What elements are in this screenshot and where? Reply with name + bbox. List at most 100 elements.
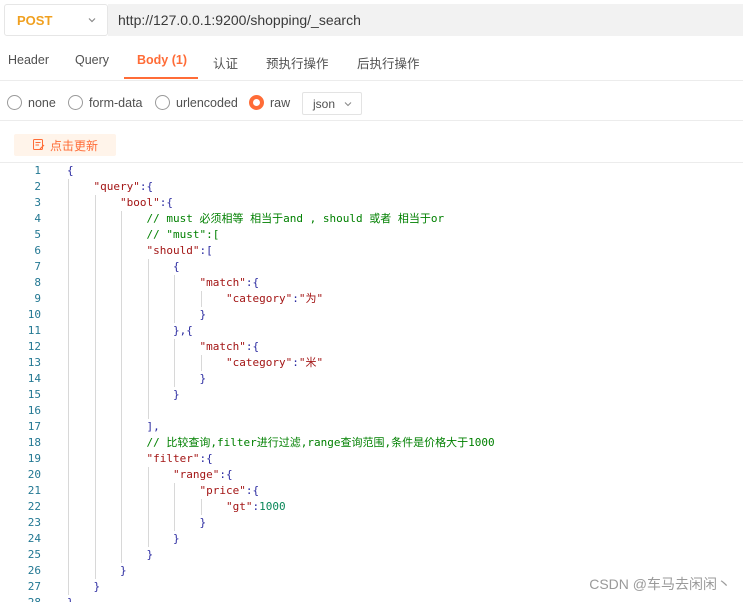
line-number: 3 bbox=[34, 196, 41, 209]
code-text: } bbox=[173, 531, 180, 547]
indent-guide bbox=[147, 499, 149, 515]
code-line: 19 "filter":{ bbox=[0, 451, 743, 467]
url-input[interactable]: http://127.0.0.1:9200/shopping/_search bbox=[108, 4, 743, 36]
tab-post-request[interactable]: 后执行操作 bbox=[357, 53, 420, 72]
url-bar: POST http://127.0.0.1:9200/shopping/_sea… bbox=[0, 0, 743, 40]
indent-guide bbox=[68, 371, 69, 387]
indent-guide bbox=[121, 531, 122, 547]
code-token: : bbox=[292, 356, 299, 369]
line-number: 28 bbox=[0, 595, 41, 602]
indent-guide bbox=[68, 419, 69, 435]
indent-guide bbox=[68, 403, 69, 419]
code-line: 15} bbox=[0, 387, 743, 403]
code-line: 20 "range":{ bbox=[0, 467, 743, 483]
beautify-button[interactable]: 点击更新 bbox=[14, 134, 116, 156]
code-text: // "must":[ bbox=[147, 227, 220, 243]
code-text: "category":"为" bbox=[226, 291, 323, 307]
tab-pre-request[interactable]: 预执行操作 bbox=[266, 53, 329, 72]
code-text: "bool":{ bbox=[120, 195, 173, 211]
code-line: 28} bbox=[0, 595, 743, 602]
code-token: "should" bbox=[146, 244, 200, 257]
indent-guide bbox=[121, 275, 122, 291]
indent-guide bbox=[174, 371, 175, 387]
indent-guide bbox=[147, 259, 149, 275]
code-text: } bbox=[173, 387, 180, 403]
indent-guide bbox=[94, 323, 96, 339]
indent-guide bbox=[121, 227, 122, 243]
code-token: } bbox=[199, 516, 207, 529]
indent-guide bbox=[121, 515, 122, 531]
indent-guide bbox=[200, 499, 202, 515]
body-type-selector: none form-data urlencoded raw bbox=[0, 88, 743, 121]
code-token: "category" bbox=[226, 292, 293, 305]
code-text: "filter":{ bbox=[147, 451, 213, 467]
code-text: "category":"米" bbox=[226, 355, 323, 371]
line-number: 14 bbox=[27, 372, 41, 385]
indent-guide bbox=[147, 467, 149, 483]
radio-label: urlencoded bbox=[176, 96, 238, 110]
indent-guide bbox=[68, 227, 69, 243]
line-number: 22 bbox=[27, 500, 41, 513]
code-line: 14} bbox=[0, 371, 743, 387]
code-line: 3 "bool":{ bbox=[0, 195, 743, 211]
code-token: :{ bbox=[245, 276, 260, 289]
tab-query[interactable]: Query bbox=[75, 53, 109, 67]
tab-auth[interactable]: 认证 bbox=[213, 53, 238, 72]
indent-guide bbox=[94, 499, 96, 515]
indent-guide bbox=[121, 307, 122, 323]
indent-guide bbox=[68, 179, 69, 195]
indent-guide bbox=[94, 243, 96, 259]
indent-guide bbox=[68, 259, 69, 275]
radio-label: form-data bbox=[89, 96, 143, 110]
code-token: ], bbox=[146, 420, 160, 433]
indent-guide bbox=[68, 275, 69, 291]
indent-guide bbox=[68, 579, 69, 595]
indent-guide bbox=[94, 371, 96, 387]
code-token: "filter" bbox=[146, 452, 200, 465]
code-text: } bbox=[67, 595, 74, 602]
beautify-label: 点击更新 bbox=[50, 139, 99, 153]
format-select[interactable]: json bbox=[302, 92, 362, 115]
radio-circle bbox=[155, 95, 170, 110]
indent-guide bbox=[68, 243, 69, 259]
tab-header[interactable]: Header bbox=[8, 53, 49, 67]
indent-guide bbox=[68, 307, 69, 323]
code-line: 2 "query":{ bbox=[0, 179, 743, 195]
indent-guide bbox=[94, 531, 96, 547]
indent-guide bbox=[121, 467, 122, 483]
chevron-down-icon bbox=[344, 102, 352, 107]
code-token: } bbox=[173, 532, 180, 545]
line-number: 6 bbox=[34, 244, 41, 257]
indent-guide bbox=[200, 355, 202, 371]
code-token: "bool" bbox=[120, 196, 160, 209]
code-token: "price" bbox=[199, 484, 246, 497]
line-number: 15 bbox=[27, 388, 41, 401]
indent-guide bbox=[94, 275, 96, 291]
code-token: "range" bbox=[173, 468, 220, 481]
tab-body[interactable]: Body (1) bbox=[137, 53, 187, 67]
method-select[interactable]: POST bbox=[4, 4, 108, 36]
indent-guide bbox=[121, 451, 122, 467]
indent-guide bbox=[94, 307, 96, 323]
indent-guide bbox=[68, 531, 69, 547]
code-line: 7{ bbox=[0, 259, 743, 275]
editor-toolbar: 点击更新 bbox=[0, 128, 743, 163]
indent-guide bbox=[121, 339, 122, 355]
line-number: 25 bbox=[27, 548, 41, 561]
indent-guide bbox=[147, 355, 149, 371]
code-text: "should":[ bbox=[147, 243, 213, 259]
code-text: { bbox=[67, 163, 74, 179]
code-text: } bbox=[200, 515, 207, 531]
indent-guide bbox=[68, 339, 69, 355]
indent-guide bbox=[121, 355, 122, 371]
request-tabs: Header Query Body (1) 认证 预执行操作 后执行操作 bbox=[0, 44, 743, 81]
indent-guide bbox=[147, 387, 149, 403]
indent-guide bbox=[94, 387, 96, 403]
line-number: 26 bbox=[27, 564, 41, 577]
code-editor[interactable]: 1{2 "query":{3 "bool":{4// must 必须相等 相当于an… bbox=[0, 163, 743, 602]
line-number: 10 bbox=[27, 308, 41, 321]
indent-guide bbox=[147, 371, 149, 387]
code-token: // 比较查询,filter进行过滤,range查询范围,条件是价格大于1000 bbox=[146, 436, 495, 449]
indent-guide bbox=[68, 483, 69, 499]
indent-guide bbox=[94, 419, 96, 435]
